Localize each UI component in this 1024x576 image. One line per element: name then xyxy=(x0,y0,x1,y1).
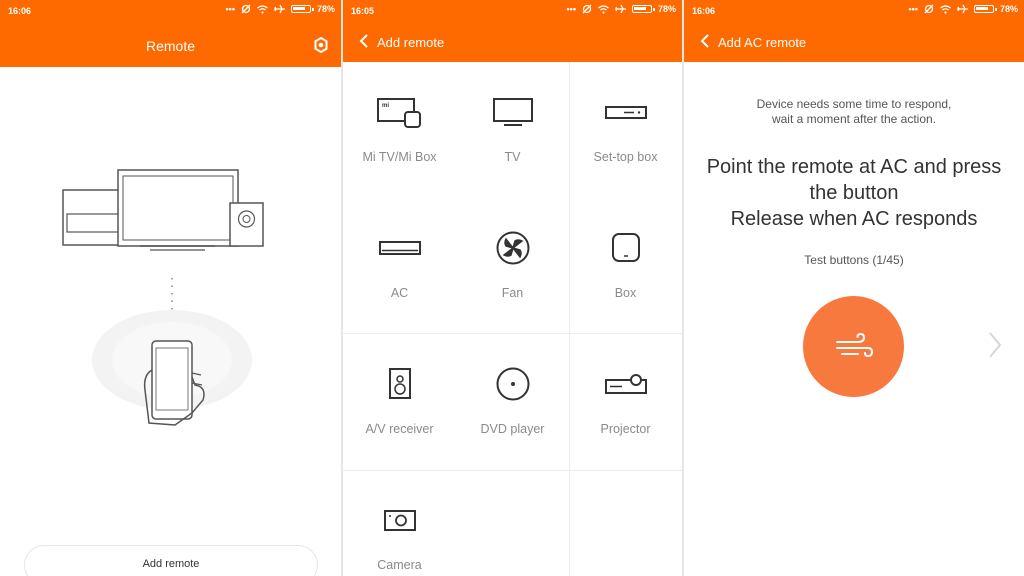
wifi-icon xyxy=(257,4,268,14)
device-set-top-box[interactable]: Set-top box xyxy=(569,92,682,164)
response-hint: Device needs some time to respond, wait … xyxy=(684,97,1024,127)
add-remote-screen: 16:05 ••• 78% Add remote mi Mi TV/Mi Box xyxy=(343,0,682,576)
device-label: Projector xyxy=(600,422,651,436)
instruction-line: Point the remote at AC and press xyxy=(706,156,1002,178)
status-time: 16:06 xyxy=(8,6,32,16)
app-header: 16:06 ••• 78% Add AC remote xyxy=(684,0,1024,62)
gear-icon[interactable] xyxy=(313,37,329,53)
device-dvd-player[interactable]: DVD player xyxy=(456,364,569,436)
set-top-box-icon xyxy=(604,106,647,119)
chevron-right-icon[interactable] xyxy=(988,331,1002,359)
instruction-text: Point the remote at AC and press the but… xyxy=(684,154,1024,232)
test-ac-button[interactable] xyxy=(803,296,904,397)
device-tv[interactable]: TV xyxy=(456,92,569,164)
fan-icon xyxy=(496,231,529,265)
status-bar-icons: ••• 78% xyxy=(567,4,676,14)
tv-icon xyxy=(492,98,533,126)
device-label: DVD player xyxy=(480,422,545,436)
remote-home-screen: 16:06 ••• 78% Remote Add remote xyxy=(0,0,341,576)
back-arrow-icon[interactable] xyxy=(359,34,369,48)
svg-text:mi: mi xyxy=(382,103,389,109)
hint-line: Device needs some time to respond, xyxy=(756,97,952,111)
instruction-line: the button xyxy=(809,182,899,204)
av-receiver-icon xyxy=(388,368,411,399)
mi-tv-box-icon: mi xyxy=(376,98,421,128)
sync-icon xyxy=(582,4,592,14)
device-projector[interactable]: Projector xyxy=(569,364,682,436)
device-mi-tv-box[interactable]: mi Mi TV/Mi Box xyxy=(343,92,456,164)
app-header: 16:05 ••• 78% Add remote xyxy=(343,0,682,62)
grid-line xyxy=(343,333,682,334)
airplane-icon xyxy=(614,4,626,14)
box-icon xyxy=(611,233,640,262)
wifi-icon xyxy=(940,4,951,14)
camera-icon xyxy=(383,510,416,531)
dvd-player-icon xyxy=(496,367,529,401)
airplane-icon xyxy=(273,4,285,14)
device-av-receiver[interactable]: A/V receiver xyxy=(343,364,456,436)
projector-icon xyxy=(604,374,647,394)
device-ac[interactable]: AC xyxy=(343,228,456,300)
device-label: Set-top box xyxy=(593,150,658,164)
page-title: Add AC remote xyxy=(718,35,807,50)
more-dots-icon: ••• xyxy=(225,4,235,14)
devices-illustration xyxy=(62,169,264,426)
device-camera[interactable]: Camera xyxy=(343,500,456,572)
back-arrow-icon[interactable] xyxy=(700,34,710,48)
app-header: 16:06 ••• 78% Remote xyxy=(0,0,341,67)
add-remote-button[interactable]: Add remote xyxy=(24,545,318,576)
wifi-icon xyxy=(598,4,609,14)
sync-icon xyxy=(924,4,934,14)
more-dots-icon: ••• xyxy=(566,4,576,14)
device-label: A/V receiver xyxy=(365,422,434,436)
device-label: Camera xyxy=(377,558,422,572)
battery-level: 78% xyxy=(999,4,1018,14)
battery-level: 78% xyxy=(316,4,335,14)
test-buttons-counter: Test buttons (1/45) xyxy=(804,253,904,267)
ac-icon xyxy=(378,241,421,255)
device-box[interactable]: Box xyxy=(569,228,682,300)
airplane-icon xyxy=(956,4,968,14)
battery-icon xyxy=(290,5,314,13)
status-time: 16:05 xyxy=(351,6,375,16)
status-bar-icons: ••• 78% xyxy=(226,4,335,14)
wind-icon xyxy=(835,332,873,357)
device-label: AC xyxy=(390,286,409,300)
status-bar-icons: ••• 78% xyxy=(909,4,1018,14)
page-title: Remote xyxy=(145,38,196,54)
add-ac-remote-screen: 16:06 ••• 78% Add AC remote Device needs… xyxy=(684,0,1024,576)
device-label: Box xyxy=(614,286,637,300)
battery-level: 78% xyxy=(657,4,676,14)
sync-icon xyxy=(241,4,251,14)
battery-icon xyxy=(973,5,997,13)
device-label: TV xyxy=(504,150,521,164)
status-time: 16:06 xyxy=(692,6,716,16)
battery-icon xyxy=(631,5,655,13)
hint-line: wait a moment after the action. xyxy=(771,112,937,126)
device-label: Mi TV/Mi Box xyxy=(362,150,437,164)
device-fan[interactable]: Fan xyxy=(456,228,569,300)
page-title: Add remote xyxy=(377,35,445,50)
instruction-line: Release when AC responds xyxy=(730,208,978,230)
grid-line xyxy=(343,470,682,471)
device-label: Fan xyxy=(501,286,524,300)
more-dots-icon: ••• xyxy=(908,4,918,14)
